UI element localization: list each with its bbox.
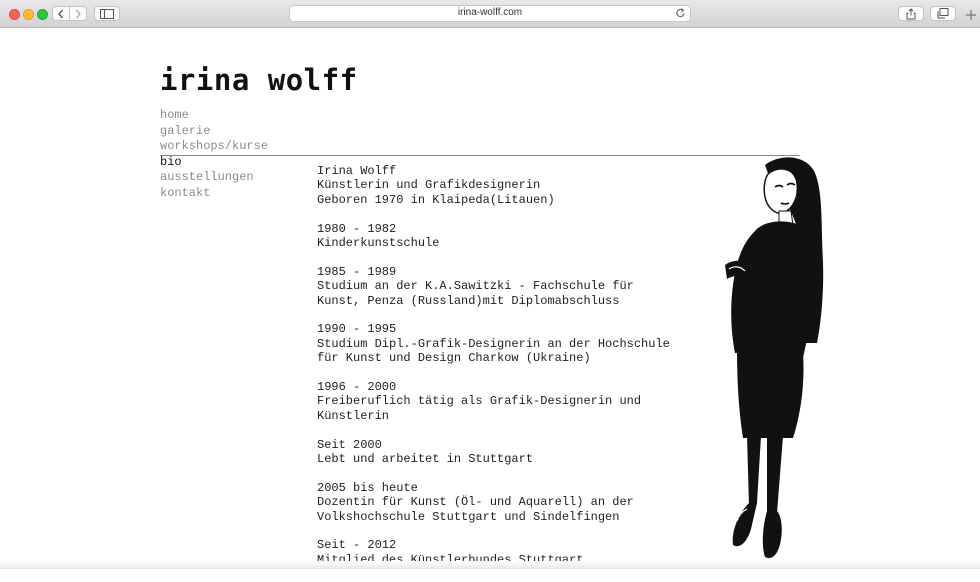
- bio-entry: 1985 - 1989 Studium an der K.A.Sawitzki …: [317, 264, 634, 308]
- chevron-left-icon: [58, 9, 63, 18]
- tabs-overview-button[interactable]: [930, 6, 956, 21]
- chevron-right-icon: [76, 9, 81, 18]
- portrait-illustration: [725, 157, 824, 559]
- forward-button[interactable]: [69, 6, 87, 21]
- bio-text: Irina Wolff Künstlerin und Grafikdesigne…: [317, 164, 717, 582]
- minimize-window-button[interactable]: [23, 9, 34, 20]
- bio-entry: 1996 - 2000 Freiberuflich tätig als Graf…: [317, 380, 642, 423]
- reload-icon[interactable]: [675, 7, 686, 19]
- nav-item-ausstellungen[interactable]: ausstellungen: [160, 170, 268, 186]
- sidebar-toggle-button[interactable]: [94, 6, 120, 21]
- share-icon: [906, 7, 916, 19]
- share-button[interactable]: [898, 6, 924, 21]
- bio-entry: 1990 - 1995 Studium Dipl.-Grafik-Designe…: [317, 322, 670, 366]
- bio-entry: Seit 2000 Lebt und arbeitet in Stuttgart: [317, 437, 534, 467]
- address-bar[interactable]: irina-wolff.com: [289, 5, 691, 22]
- fullscreen-window-button[interactable]: [37, 9, 48, 20]
- browser-toolbar: irina-wolff.com: [0, 0, 980, 28]
- nav-item-workshops[interactable]: workshops/kurse: [160, 139, 268, 155]
- address-text: irina-wolff.com: [457, 7, 523, 18]
- new-tab-button[interactable]: [962, 6, 980, 27]
- back-button[interactable]: [52, 6, 70, 21]
- sidebar-icon: [100, 8, 114, 19]
- nav-item-galerie[interactable]: galerie: [160, 124, 268, 140]
- window-bottom-edge: [0, 561, 980, 569]
- history-nav: [52, 6, 88, 21]
- plus-icon: [966, 10, 976, 20]
- bio-intro: Irina Wolff Künstlerin und Grafikdesigne…: [317, 164, 555, 207]
- bio-entry: 1980 - 1982 Kinderkunstschule: [317, 221, 440, 251]
- site-logo[interactable]: irina wolff: [160, 63, 358, 97]
- nav-item-home[interactable]: home: [160, 108, 268, 124]
- bio-entry: 2005 bis heute Dozentin für Kunst (Öl- u…: [317, 480, 634, 524]
- close-window-button[interactable]: [9, 9, 20, 20]
- tabs-icon: [937, 8, 949, 19]
- nav-item-kontakt[interactable]: kontakt: [160, 186, 268, 202]
- nav-item-bio[interactable]: bio: [160, 155, 268, 171]
